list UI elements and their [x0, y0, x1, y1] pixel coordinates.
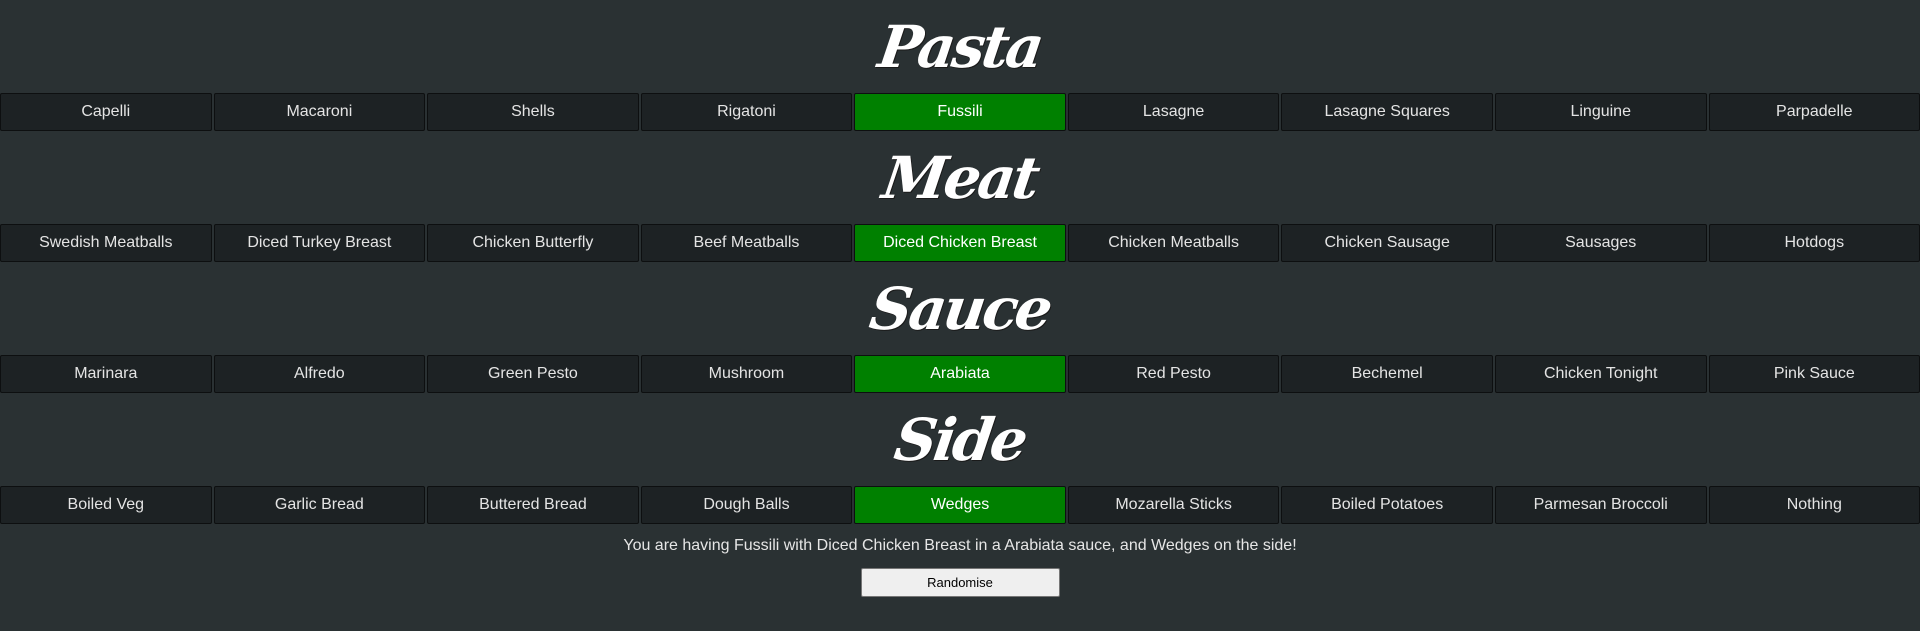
pasta-option-shells[interactable]: Shells	[427, 93, 639, 131]
side-option-boiled-potatoes[interactable]: Boiled Potatoes	[1281, 486, 1493, 524]
meal-randomiser-page: Pasta Capelli Macaroni Shells Rigatoni F…	[0, 0, 1920, 631]
side-option-buttered-bread[interactable]: Buttered Bread	[427, 486, 639, 524]
pasta-option-fussili[interactable]: Fussili	[854, 93, 1066, 131]
side-option-parmesan-broccoli[interactable]: Parmesan Broccoli	[1494, 486, 1707, 524]
meat-option-chicken-sausage[interactable]: Chicken Sausage	[1281, 224, 1493, 262]
side-options: Boiled Veg Garlic Bread Buttered Bread D…	[0, 486, 1920, 524]
pasta-option-rigatoni[interactable]: Rigatoni	[640, 93, 853, 131]
meat-option-hotdogs[interactable]: Hotdogs	[1708, 224, 1920, 262]
sauce-option-red-pesto[interactable]: Red Pesto	[1067, 355, 1280, 393]
side-heading: Side	[890, 405, 1030, 474]
meat-option-diced-turkey-breast[interactable]: Diced Turkey Breast	[213, 224, 426, 262]
pasta-heading: Pasta	[874, 12, 1046, 81]
meat-option-chicken-meatballs[interactable]: Chicken Meatballs	[1067, 224, 1280, 262]
meat-heading: Meat	[878, 143, 1042, 212]
pasta-option-macaroni[interactable]: Macaroni	[213, 93, 426, 131]
sauce-option-mushroom[interactable]: Mushroom	[640, 355, 853, 393]
side-option-boiled-veg[interactable]: Boiled Veg	[0, 486, 212, 524]
pasta-option-parpadelle[interactable]: Parpadelle	[1708, 93, 1920, 131]
meat-option-sausages[interactable]: Sausages	[1494, 224, 1707, 262]
sauce-option-bechemel[interactable]: Bechemel	[1281, 355, 1493, 393]
randomise-button[interactable]: Randomise	[860, 568, 1060, 597]
pasta-option-capelli[interactable]: Capelli	[0, 93, 212, 131]
randomise-button-wrap: Randomise	[0, 568, 1920, 597]
pasta-option-linguine[interactable]: Linguine	[1494, 93, 1707, 131]
sauce-heading: Sauce	[865, 274, 1055, 343]
side-option-dough-balls[interactable]: Dough Balls	[640, 486, 853, 524]
meal-summary: You are having Fussili with Diced Chicke…	[623, 537, 1297, 554]
sauce-option-pink-sauce[interactable]: Pink Sauce	[1708, 355, 1920, 393]
meat-option-swedish-meatballs[interactable]: Swedish Meatballs	[0, 224, 212, 262]
sauce-option-arabiata[interactable]: Arabiata	[854, 355, 1066, 393]
side-option-mozarella-sticks[interactable]: Mozarella Sticks	[1067, 486, 1280, 524]
pasta-option-lasagne-squares[interactable]: Lasagne Squares	[1281, 93, 1493, 131]
side-option-garlic-bread[interactable]: Garlic Bread	[213, 486, 426, 524]
sauce-option-green-pesto[interactable]: Green Pesto	[427, 355, 639, 393]
pasta-option-lasagne[interactable]: Lasagne	[1067, 93, 1280, 131]
sauce-option-marinara[interactable]: Marinara	[0, 355, 212, 393]
meat-option-diced-chicken-breast[interactable]: Diced Chicken Breast	[854, 224, 1066, 262]
sauce-options: Marinara Alfredo Green Pesto Mushroom Ar…	[0, 355, 1920, 393]
pasta-options: Capelli Macaroni Shells Rigatoni Fussili…	[0, 93, 1920, 131]
side-option-wedges[interactable]: Wedges	[854, 486, 1066, 524]
side-option-nothing[interactable]: Nothing	[1708, 486, 1920, 524]
meat-options: Swedish Meatballs Diced Turkey Breast Ch…	[0, 224, 1920, 262]
sauce-option-chicken-tonight[interactable]: Chicken Tonight	[1494, 355, 1707, 393]
meat-option-chicken-butterfly[interactable]: Chicken Butterfly	[427, 224, 639, 262]
sauce-option-alfredo[interactable]: Alfredo	[213, 355, 426, 393]
meat-option-beef-meatballs[interactable]: Beef Meatballs	[640, 224, 853, 262]
